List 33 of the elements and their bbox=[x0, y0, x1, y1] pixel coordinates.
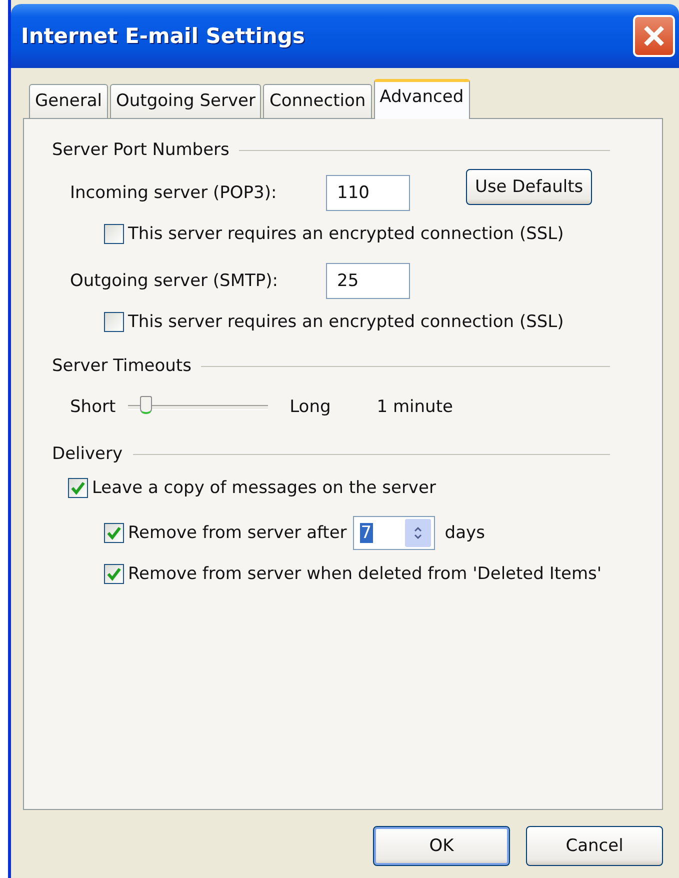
slider-max-label: Long bbox=[290, 397, 331, 417]
tab[interactable]: General bbox=[29, 84, 108, 118]
checkbox-label: Remove from server when deleted from 'Deleted Items' bbox=[128, 564, 602, 584]
input-field[interactable]: 25 bbox=[326, 263, 410, 299]
checkbox[interactable] bbox=[68, 478, 88, 498]
tab[interactable]: Connection bbox=[263, 84, 372, 118]
timeout-value: 1 minute bbox=[376, 397, 453, 417]
close-button[interactable] bbox=[633, 15, 675, 57]
section-title: Server Port Numbers bbox=[52, 140, 230, 160]
section-title: Server Timeouts bbox=[52, 356, 192, 376]
section-title: Delivery bbox=[52, 444, 123, 464]
input-field[interactable]: 110 bbox=[326, 175, 410, 211]
days-spinner[interactable]: 7 bbox=[352, 516, 435, 550]
tab[interactable]: Outgoing Server bbox=[110, 84, 262, 118]
slider-thumb[interactable] bbox=[140, 396, 152, 414]
checkbox-label: Leave a copy of messages on the server bbox=[92, 478, 436, 498]
tab[interactable]: Advanced bbox=[374, 79, 470, 119]
checkbox-label: This server requires an encrypted connection (SSL) bbox=[128, 224, 564, 244]
checkbox[interactable] bbox=[104, 312, 124, 332]
unit-label: days bbox=[444, 523, 485, 543]
slider-min-label: Short bbox=[70, 397, 116, 417]
checkbox[interactable] bbox=[104, 564, 124, 584]
field-label: Incoming server (POP3): bbox=[70, 183, 278, 203]
checkbox[interactable] bbox=[104, 224, 124, 244]
checkbox-label: This server requires an encrypted connection (SSL) bbox=[128, 312, 564, 332]
checkbox[interactable] bbox=[104, 523, 124, 543]
checkbox-label: Remove from server after bbox=[128, 523, 347, 543]
dialog-button[interactable]: OK bbox=[373, 826, 510, 866]
spinner-arrows-icon[interactable] bbox=[404, 519, 431, 547]
use-defaults-button[interactable]: Use Defaults bbox=[466, 169, 592, 205]
dialog-button[interactable]: Cancel bbox=[526, 826, 663, 866]
field-label: Outgoing server (SMTP): bbox=[70, 271, 280, 291]
window-title: Internet E-mail Settings bbox=[21, 24, 305, 48]
